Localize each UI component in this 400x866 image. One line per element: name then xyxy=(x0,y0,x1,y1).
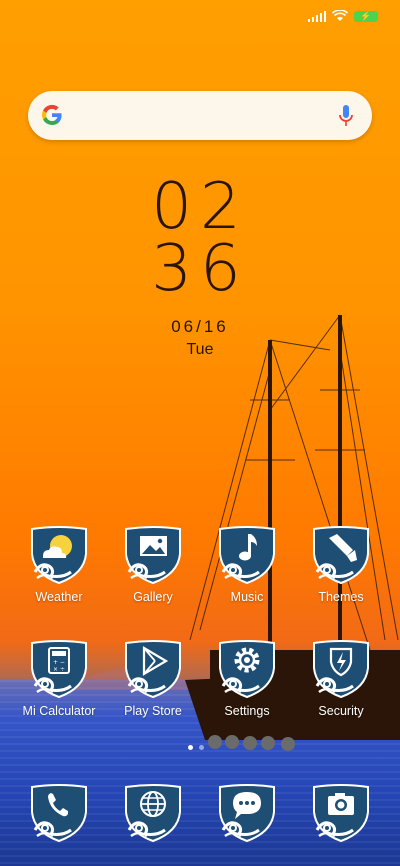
page-indicator xyxy=(188,745,204,750)
clock-day: Tue xyxy=(186,341,214,358)
app-label: Weather xyxy=(35,590,83,604)
app-settings[interactable]: Settings xyxy=(200,640,294,718)
shield-bolt-icon xyxy=(312,640,370,698)
weather-icon xyxy=(30,526,88,584)
play-store-icon xyxy=(124,640,182,698)
google-g-icon xyxy=(41,104,62,126)
music-note-icon xyxy=(218,526,276,584)
page-dot[interactable] xyxy=(199,745,204,750)
app-themes[interactable]: Themes xyxy=(294,526,388,604)
app-security[interactable]: Security xyxy=(294,640,388,718)
dock-browser[interactable] xyxy=(106,784,200,842)
phone-icon xyxy=(30,784,88,842)
app-label: Themes xyxy=(318,590,364,604)
app-label: Play Store xyxy=(124,704,182,718)
battery-charging-icon: ⚡ xyxy=(354,10,378,22)
app-music[interactable]: Music xyxy=(200,526,294,604)
page-dot-active[interactable] xyxy=(188,745,193,750)
app-label: Mi Calculator xyxy=(22,704,96,718)
app-play-store[interactable]: Play Store xyxy=(106,640,200,718)
app-label: Settings xyxy=(224,704,270,718)
cellular-signal-icon xyxy=(308,10,326,22)
microphone-icon[interactable] xyxy=(338,103,354,129)
app-weather[interactable]: Weather xyxy=(12,526,106,604)
app-gallery[interactable]: Gallery xyxy=(106,526,200,604)
dock-camera[interactable] xyxy=(294,784,388,842)
clock-date: 06/16 xyxy=(171,317,229,336)
google-search-bar[interactable] xyxy=(28,91,372,140)
dock-messaging[interactable] xyxy=(200,784,294,842)
clock-minute[interactable]: 36 xyxy=(0,232,400,306)
app-label: Gallery xyxy=(133,590,173,604)
svg-text:× ÷: × ÷ xyxy=(53,666,65,673)
gear-icon xyxy=(218,640,276,698)
paintbrush-icon xyxy=(312,526,370,584)
app-label: Music xyxy=(230,590,264,604)
calculator-icon: + − × ÷ xyxy=(30,640,88,698)
camera-icon xyxy=(312,784,370,842)
status-bar: ⚡ xyxy=(308,10,378,22)
wifi-icon xyxy=(332,10,348,21)
dock-phone[interactable] xyxy=(12,784,106,842)
gallery-icon xyxy=(124,526,182,584)
messaging-icon xyxy=(218,784,276,842)
browser-globe-icon xyxy=(124,784,182,842)
app-label: Security xyxy=(318,704,364,718)
svg-text:+ −: + − xyxy=(53,659,65,666)
app-mi-calculator[interactable]: + − × ÷ Mi Calculator xyxy=(12,640,106,718)
